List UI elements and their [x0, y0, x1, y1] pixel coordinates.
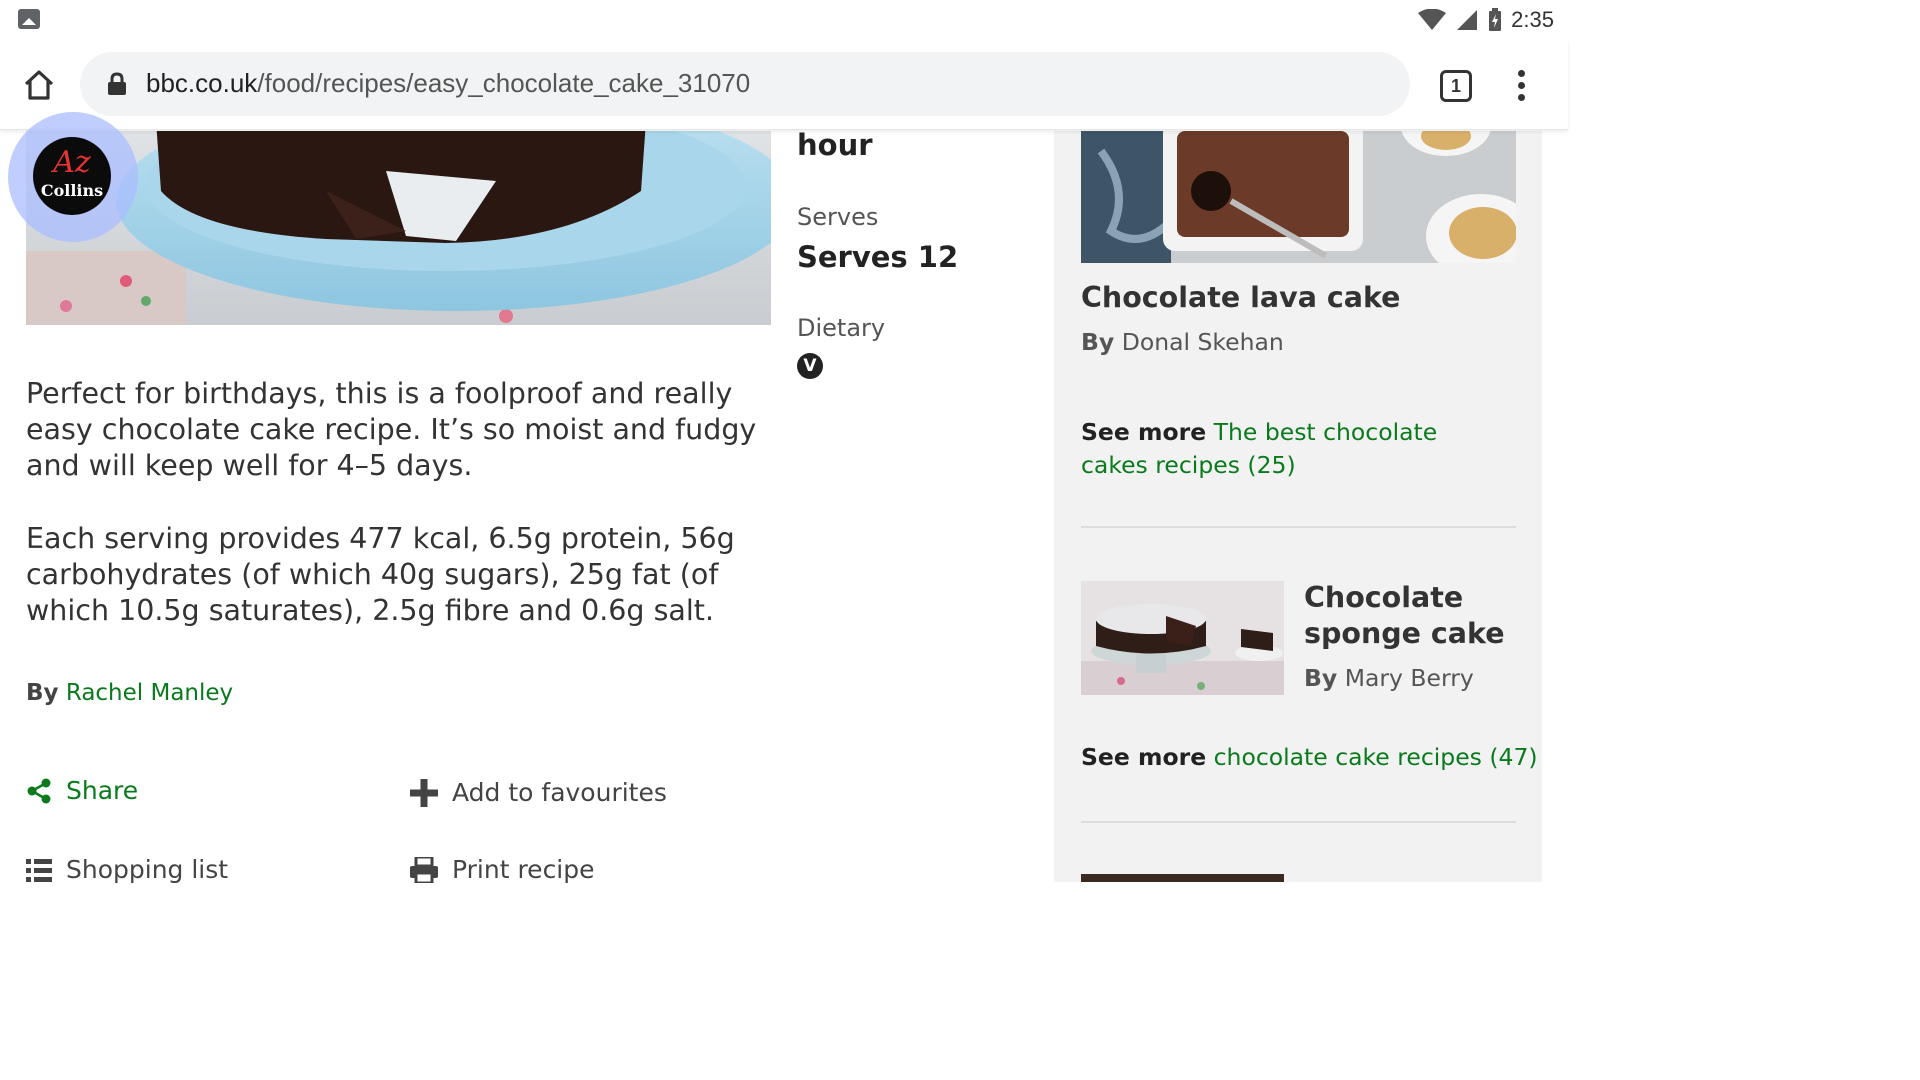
battery-icon — [1489, 8, 1502, 31]
sidebar-divider — [1081, 526, 1516, 528]
collins-logo-text: Collins — [40, 181, 104, 200]
author-link[interactable]: Rachel Manley — [66, 680, 233, 706]
share-icon — [27, 778, 51, 803]
plus-icon — [410, 778, 438, 807]
chocolate-lava-cake-image[interactable] — [1081, 131, 1516, 263]
share-label: Share — [66, 776, 139, 805]
shopping-list-label: Shopping list — [66, 855, 229, 884]
card-by-label: By — [1081, 328, 1115, 356]
nutrition-info: Each serving provides 477 kcal, 6.5g pro… — [26, 522, 735, 627]
photo-notification-icon — [18, 9, 40, 29]
share-button[interactable]: Share — [26, 776, 138, 805]
card-author: Donal Skehan — [1121, 328, 1284, 356]
print-recipe-button[interactable]: Print recipe — [410, 855, 595, 884]
favourites-label: Add to favourites — [452, 778, 667, 807]
dietary-label: Dietary — [797, 314, 886, 342]
recipe-description: Perfect for birthdays, this is a foolpro… — [26, 377, 757, 482]
wifi-icon — [1418, 9, 1447, 30]
status-icons: 2:35 — [1417, 6, 1554, 34]
see-more-chocolate-cake-recipes: See more chocolate cake recipes (47) — [1081, 743, 1538, 771]
serves-value: Serves 12 — [797, 240, 959, 274]
shopping-list-button[interactable]: Shopping list — [26, 855, 228, 884]
printer-icon — [410, 856, 438, 883]
card-title-sponge-cake[interactable]: Chocolate sponge cake — [1304, 580, 1519, 652]
next-card-image[interactable] — [1081, 874, 1284, 882]
overflow-menu-icon[interactable] — [1510, 70, 1534, 102]
recipe-hero-image — [26, 131, 771, 325]
signal-icon — [1457, 10, 1478, 30]
by-label: By — [26, 680, 59, 706]
card-by-label: By — [1304, 664, 1338, 692]
address-bar[interactable]: bbc.co.uk/food/recipes/easy_chocolate_ca… — [80, 52, 1410, 116]
chocolate-sponge-cake-image[interactable] — [1081, 581, 1284, 695]
url-domain: bbc.co.uk — [146, 68, 258, 98]
cook-time-value: hour — [797, 128, 873, 162]
recipe-byline: By Rachel Manley — [26, 680, 233, 706]
vegetarian-badge-icon: V — [797, 353, 823, 379]
print-label: Print recipe — [452, 855, 595, 884]
collins-logo-mark: Az — [53, 145, 91, 180]
add-to-favourites-button[interactable]: Add to favourites — [410, 778, 667, 807]
lock-icon — [108, 72, 126, 95]
list-icon — [26, 858, 52, 882]
url-text[interactable]: bbc.co.uk/food/recipes/easy_chocolate_ca… — [146, 68, 750, 99]
card-byline-sponge-cake: By Mary Berry — [1304, 664, 1474, 692]
card-title-lava-cake[interactable]: Chocolate lava cake — [1081, 281, 1401, 314]
card-author: Mary Berry — [1344, 664, 1474, 692]
see-more-label: See more — [1081, 743, 1207, 771]
browser-toolbar: bbc.co.uk/food/recipes/easy_chocolate_ca… — [0, 40, 1568, 130]
clock: 2:35 — [1511, 7, 1554, 32]
url-path: /food/recipes/easy_chocolate_cake_31070 — [257, 68, 751, 98]
see-more-label: See more — [1081, 418, 1207, 446]
tab-switcher-button[interactable]: 1 — [1440, 70, 1472, 102]
see-more-link[interactable]: chocolate cake recipes (47) — [1214, 743, 1538, 771]
home-icon[interactable] — [20, 66, 58, 104]
card-byline-lava-cake: By Donal Skehan — [1081, 328, 1284, 356]
collins-logo: Az Collins — [33, 137, 111, 215]
collins-logo-badge[interactable]: Az Collins — [8, 112, 138, 242]
status-bar: 2:35 — [0, 0, 1568, 40]
serves-label: Serves — [797, 203, 879, 231]
see-more-best-chocolate-cakes: See more The best chocolate cakes recipe… — [1081, 416, 1511, 482]
sidebar-divider — [1081, 821, 1516, 823]
